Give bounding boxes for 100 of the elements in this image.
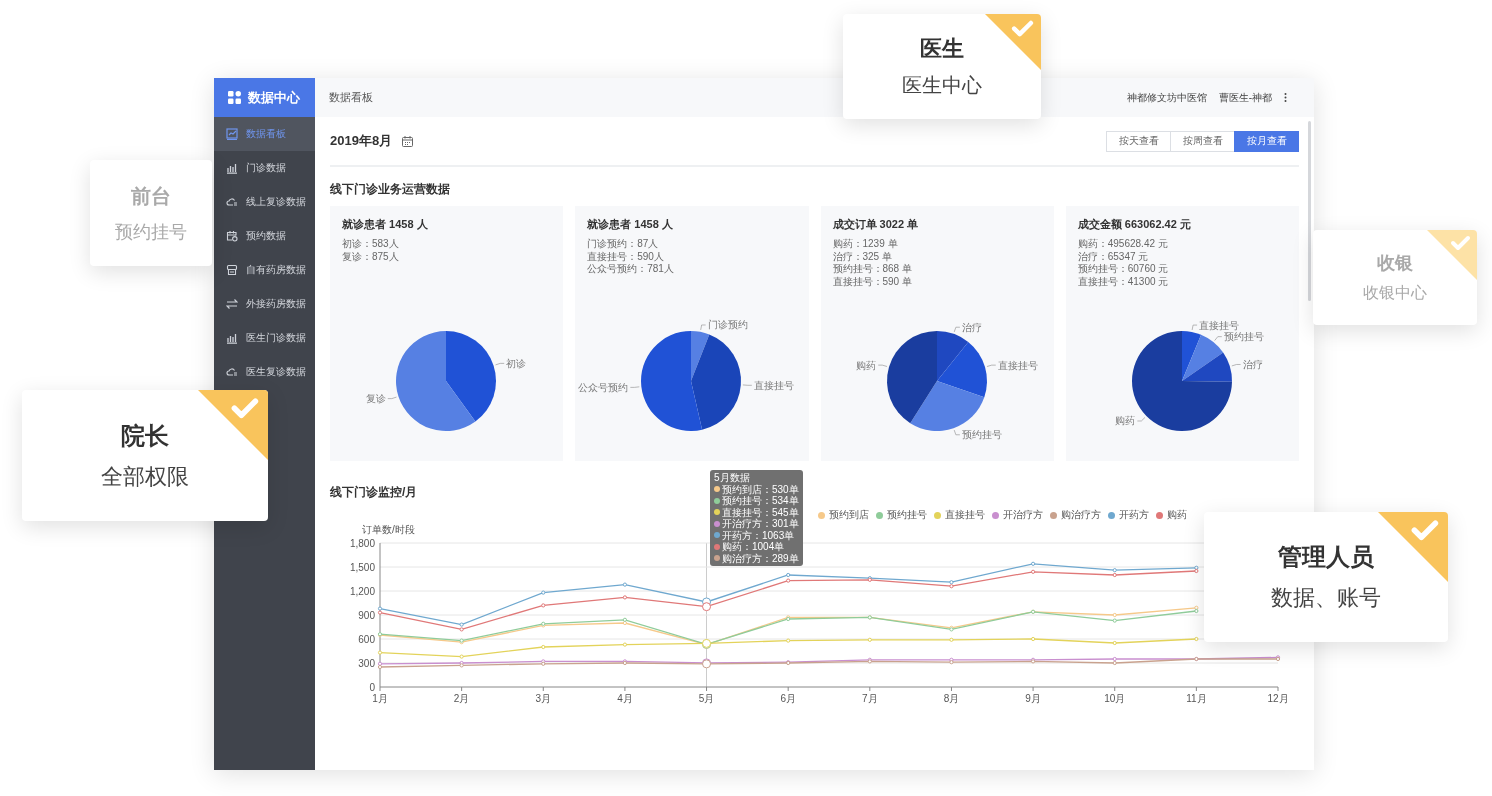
data-point <box>541 590 546 595</box>
role-title: 前台 <box>131 183 171 209</box>
section-title: 线下门诊业务运营数据 <box>330 181 451 197</box>
role-title: 医生 <box>920 35 964 63</box>
leader-line <box>953 429 960 436</box>
data-point <box>1194 605 1199 610</box>
axis-title: 订单数/时段 <box>362 524 415 535</box>
more-menu-icon[interactable] <box>1284 93 1287 102</box>
leader-line <box>1191 324 1198 331</box>
legend-label[interactable]: 直接挂号 <box>945 508 985 522</box>
breadcrumb: 数据看板 <box>329 90 373 105</box>
data-point <box>786 638 791 643</box>
stat-line: 直接挂号：590人 <box>587 250 664 263</box>
legend-label[interactable]: 预约到店 <box>829 508 869 522</box>
y-tick-label: 300 <box>358 657 375 669</box>
role-title: 管理人员 <box>1278 542 1374 572</box>
slice-label: 门诊预约 <box>707 319 748 331</box>
role-subtitle: 数据、账号 <box>1271 584 1381 612</box>
stat-line: 复诊：875人 <box>342 250 399 263</box>
sidebar-item[interactable]: 预约数据 <box>214 219 315 253</box>
legend-label[interactable]: 购治疗方 <box>1061 508 1101 522</box>
card-title: 成交订单 3022 单 <box>832 217 920 232</box>
store-icon <box>226 264 238 276</box>
view-toggle-button[interactable]: 按月查看 <box>1234 130 1299 152</box>
role-subtitle: 医生中心 <box>902 73 982 98</box>
y-tick-label: 0 <box>369 681 375 693</box>
x-tick-label: 7月 <box>862 693 878 704</box>
x-tick-label: 4月 <box>617 693 633 704</box>
x-tick-label: 10月 <box>1104 693 1126 704</box>
sidebar-item[interactable]: 外接药房数据 <box>214 287 315 321</box>
stat-line: 预约挂号：868 单 <box>832 263 912 276</box>
bar-chart-icon <box>226 162 238 174</box>
view-toggle-button[interactable]: 按周查看 <box>1170 130 1235 152</box>
sidebar-item[interactable]: 医生门诊数据 <box>214 321 315 355</box>
tooltip-row: 购治疗方：289单 <box>722 552 799 564</box>
leader-line <box>1214 336 1222 341</box>
tooltip-row: 购药：1004单 <box>722 541 785 553</box>
tooltip-row: 预约到店：530单 <box>722 483 799 495</box>
stat-line: 初诊：583人 <box>342 238 399 251</box>
stat-line: 购药：495628.42 元 <box>1077 238 1168 251</box>
y-tick-label: 600 <box>358 633 375 645</box>
stat-line: 购药：1239 单 <box>832 238 898 251</box>
legend-label[interactable]: 开治疗方 <box>1003 508 1043 522</box>
slice-label: 初诊 <box>506 357 527 369</box>
slice-label: 直接挂号 <box>1198 319 1239 331</box>
user-name[interactable]: 曹医生-神都 <box>1218 90 1272 105</box>
tooltip-row: 开药方：1063单 <box>722 529 795 541</box>
card-title: 就诊患者 1458 人 <box>587 217 674 232</box>
tooltip-row: 直接挂号：545单 <box>722 506 799 518</box>
data-point <box>1031 636 1036 642</box>
data-point <box>377 650 383 655</box>
sidebar-item[interactable]: 门诊数据 <box>214 151 315 185</box>
role-title: 收银 <box>1377 252 1413 275</box>
leader-line <box>877 364 887 367</box>
data-point <box>541 603 546 608</box>
slice-label: 直接挂号 <box>997 359 1038 371</box>
data-point <box>1194 636 1199 642</box>
calendar-clock-icon <box>226 230 238 242</box>
role-subtitle: 收银中心 <box>1363 283 1427 303</box>
data-point <box>541 644 546 650</box>
x-tick-label: 8月 <box>943 693 960 704</box>
slice-label: 治疗 <box>1242 359 1263 370</box>
data-point <box>622 595 627 600</box>
y-tick-label: 1,500 <box>349 561 375 573</box>
stat-line: 门诊预约：87人 <box>587 238 659 251</box>
x-tick-label: 12月 <box>1267 693 1289 704</box>
calendar-icon[interactable] <box>402 135 414 147</box>
y-tick-label: 1,200 <box>349 585 375 597</box>
sidebar-item[interactable]: 自有药房数据 <box>214 253 315 287</box>
data-point <box>1031 561 1036 566</box>
leader-line <box>495 363 505 366</box>
data-point <box>622 642 627 647</box>
legend-label[interactable]: 预约挂号 <box>887 508 927 522</box>
tooltip-title: 5月数据 <box>714 472 751 484</box>
date-label: 2019年8月 <box>330 132 393 150</box>
x-tick-label: 9月 <box>1025 693 1041 704</box>
tooltip-row: 预约挂号：534单 <box>722 495 799 507</box>
swap-arrows-icon <box>226 298 238 310</box>
y-tick-label: 1,800 <box>349 537 375 549</box>
leader-line <box>986 364 996 367</box>
legend-label[interactable]: 开药方 <box>1119 508 1149 522</box>
data-point <box>377 661 383 666</box>
card-title: 就诊患者 1458 人 <box>342 217 429 232</box>
scrollbar[interactable] <box>1308 121 1311 301</box>
stat-line: 直接挂号：590 单 <box>832 275 912 288</box>
leader-line <box>630 386 640 388</box>
leader-line <box>387 396 397 399</box>
line-chart-icon <box>226 128 238 140</box>
view-toggle-button[interactable]: 按天查看 <box>1106 130 1171 152</box>
y-tick-label: 900 <box>358 609 375 621</box>
data-point <box>377 606 383 611</box>
sidebar-item[interactable]: 医生复诊数据 <box>214 355 315 389</box>
bar-chart-icon <box>226 332 238 344</box>
legend-label[interactable]: 购药 <box>1167 508 1187 522</box>
role-title: 院长 <box>121 420 169 451</box>
slice-label: 复诊 <box>365 393 386 405</box>
x-tick-label: 11月 <box>1186 693 1207 704</box>
sidebar-item[interactable]: 线上复诊数据 <box>214 185 315 219</box>
cloud-icon <box>226 196 238 208</box>
stat-line: 治疗：65347 元 <box>1077 250 1149 263</box>
